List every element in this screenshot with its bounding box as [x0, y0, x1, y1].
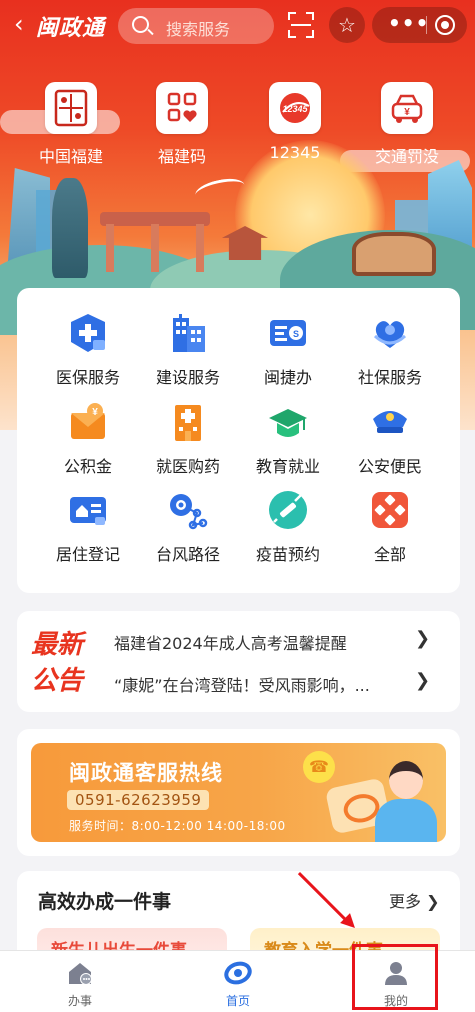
target-circle-icon[interactable] — [435, 15, 455, 35]
svg-text:S: S — [293, 329, 299, 339]
quick-entry-label: 12345 — [269, 143, 321, 162]
affairs-icon — [66, 959, 94, 987]
quick-entry-traffic-fine[interactable]: ¥ 交通罚没 — [357, 82, 457, 167]
navigation-bar: ‹ 闽政通 搜索服务 ☆ ••• — [0, 0, 475, 52]
service-minjieban[interactable]: S 闽捷办 — [233, 312, 343, 388]
housing-fund-icon: ¥ — [67, 401, 109, 443]
capsule-divider — [426, 16, 427, 34]
quick-entry-fujian[interactable]: 中国福建 — [21, 82, 121, 167]
service-residence-registration[interactable]: 居住登记 — [33, 489, 143, 565]
service-construction[interactable]: 建设服务 — [133, 312, 243, 388]
chevron-left-icon[interactable]: ‹ — [14, 12, 24, 36]
service-label: 疫苗预约 — [255, 545, 320, 564]
announcement-item[interactable]: “康妮”在台湾登陆！受风雨影响，... — [114, 672, 414, 696]
residence-icon — [67, 489, 109, 531]
more-dots-icon[interactable]: ••• — [388, 11, 429, 35]
car-fine-icon: ¥ — [381, 82, 433, 134]
tab-home[interactable]: 首页 — [193, 959, 283, 1009]
services-card: 医保服务 建设服务 S 闽捷办 社保服务 ¥ 公积金 就医购药 教育就业 公安便… — [17, 288, 460, 593]
service-label: 公安便民 — [357, 457, 422, 476]
service-agent-illustration — [371, 755, 441, 842]
service-label: 建设服务 — [155, 368, 220, 387]
all-grid-icon — [369, 489, 411, 531]
more-label: 更多 — [389, 892, 422, 911]
medical-insurance-icon — [67, 312, 109, 354]
tab-label: 办事 — [67, 994, 92, 1008]
graduation-cap-icon — [267, 401, 309, 443]
service-label: 医保服务 — [55, 368, 120, 387]
search-input[interactable]: 搜索服务 — [118, 8, 274, 44]
service-social-security[interactable]: 社保服务 — [335, 312, 445, 388]
tab-affairs[interactable]: 办事 — [35, 959, 125, 1009]
announcement-item[interactable]: 福建省2024年成人高考温馨提醒 — [114, 630, 414, 654]
service-medical-drug[interactable]: 就医购药 — [133, 401, 243, 477]
service-label: 社保服务 — [357, 368, 422, 387]
phone-call-icon: ☎ — [303, 751, 335, 783]
search-placeholder: 搜索服务 — [166, 20, 231, 39]
miniapp-capsule: ••• — [372, 7, 467, 43]
svg-text:12345: 12345 — [282, 104, 308, 114]
svg-text:¥: ¥ — [92, 407, 98, 418]
service-label: 闽捷办 — [263, 368, 312, 387]
service-label: 就医购药 — [155, 457, 220, 476]
service-label: 居住登记 — [55, 545, 120, 564]
fujian-seal-icon — [45, 82, 97, 134]
svg-text:¥: ¥ — [404, 107, 410, 118]
scan-icon[interactable] — [288, 12, 314, 38]
police-cap-icon — [369, 401, 411, 443]
service-medical-insurance[interactable]: 医保服务 — [33, 312, 143, 388]
service-typhoon-path[interactable]: 台风路径 — [133, 489, 243, 565]
archway-illustration — [100, 212, 210, 272]
id-card-icon: S — [267, 312, 309, 354]
announcement-card: 最新公告 福建省2024年成人高考温馨提醒 ❯ “康妮”在台湾登陆！受风雨影响，… — [17, 611, 460, 712]
hotline-hours: 服务时间：8:00-12:00 14:00-18:00 — [69, 819, 286, 833]
hotline-phone: 0591-62623959 — [67, 790, 210, 810]
vaccine-icon — [267, 489, 309, 531]
app-title: 闽政通 — [36, 15, 106, 41]
tab-label: 首页 — [225, 994, 250, 1008]
annotation-highlight-box — [352, 944, 438, 1010]
quick-entry-label: 中国福建 — [38, 147, 103, 166]
home-logo-icon — [224, 959, 252, 987]
qr-heart-icon — [156, 82, 208, 134]
star-icon[interactable]: ☆ — [329, 7, 365, 43]
hotline-card: 闽政通客服热线 0591-62623959 服务时间：8:00-12:00 14… — [17, 729, 460, 856]
chevron-right-icon[interactable]: ❯ — [415, 670, 430, 691]
quick-entry-12345[interactable]: 12345 12345 — [245, 82, 345, 162]
hotline-title: 闽政通客服热线 — [69, 761, 223, 785]
efficiency-title: 高效办成一件事 — [38, 891, 172, 913]
service-all[interactable]: 全部 — [335, 489, 445, 565]
quick-entry-fujian-code[interactable]: 福建码 — [132, 82, 232, 167]
quick-entry-label: 交通罚没 — [374, 147, 439, 166]
statue-illustration — [52, 178, 88, 278]
typhoon-icon — [167, 489, 209, 531]
chevron-right-icon[interactable]: ❯ — [415, 628, 430, 649]
hospital-icon — [167, 401, 209, 443]
service-vaccine-appointment[interactable]: 疫苗预约 — [233, 489, 343, 565]
hotline-banner[interactable]: 闽政通客服热线 0591-62623959 服务时间：8:00-12:00 14… — [31, 743, 446, 842]
tulou-illustration — [352, 232, 436, 276]
building-icon — [167, 312, 209, 354]
search-icon — [132, 16, 149, 33]
hotline-12345-icon: 12345 — [269, 82, 321, 134]
service-housing-fund[interactable]: ¥ 公积金 — [33, 401, 143, 477]
service-public-security[interactable]: 公安便民 — [335, 401, 445, 477]
social-security-icon — [369, 312, 411, 354]
service-label: 全部 — [373, 545, 406, 564]
quick-entry-label: 福建码 — [157, 147, 206, 166]
announcement-tag: 最新公告 — [31, 630, 84, 696]
service-label: 台风路径 — [155, 545, 220, 564]
more-link[interactable]: 更多 ❯ — [389, 888, 440, 912]
service-label: 教育就业 — [255, 457, 320, 476]
service-education-employment[interactable]: 教育就业 — [233, 401, 343, 477]
service-label: 公积金 — [63, 457, 112, 476]
